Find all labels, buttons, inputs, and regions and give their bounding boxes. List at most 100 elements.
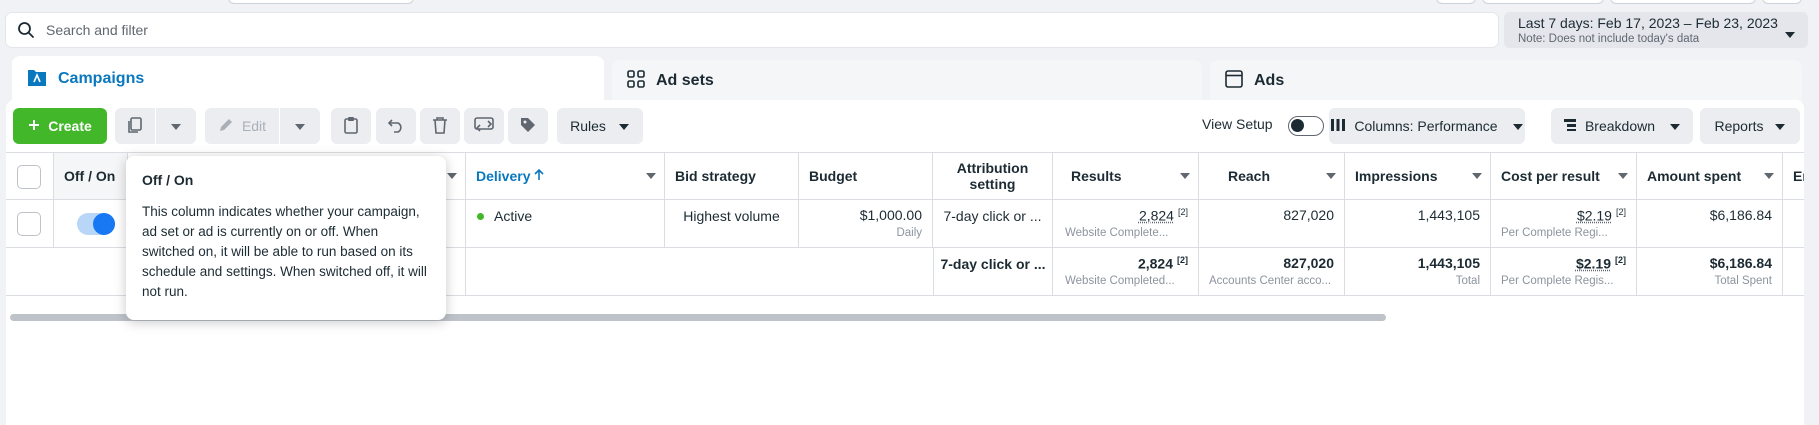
bid-strategy-cell: Highest volume <box>665 200 799 247</box>
results-cell: 2,824 [2] Website Complete... <box>1053 200 1199 247</box>
delivery-cell: Active <box>466 200 665 247</box>
column-header-label: Impressions <box>1355 168 1438 184</box>
column-header-results[interactable]: Results <box>1053 153 1199 199</box>
summary-impressions-type: Total <box>1455 275 1480 287</box>
date-range-picker[interactable]: Last 7 days: Feb 17, 2023 – Feb 23, 2023… <box>1504 12 1808 48</box>
duplicate-button[interactable] <box>115 108 155 144</box>
summary-cost-per-result-type: Per Complete Regis... <box>1501 275 1614 287</box>
tooltip-body: This column indicates whether your campa… <box>142 204 427 299</box>
bid-strategy-value: Highest volume <box>683 208 780 224</box>
ab-test-button[interactable] <box>464 108 504 144</box>
clipped-control[interactable] <box>1610 0 1756 4</box>
breakdown-label: Breakdown <box>1584 118 1656 134</box>
reach-cell: 827,020 <box>1199 200 1345 247</box>
chevron-down-icon <box>1512 118 1524 134</box>
chevron-down-icon <box>294 118 306 134</box>
breakdown-button[interactable]: Breakdown <box>1551 108 1693 144</box>
date-range-label: Last 7 days: Feb 17, 2023 – Feb 23, 2023 <box>1518 15 1778 31</box>
column-header-ends[interactable]: End <box>1783 153 1804 199</box>
column-header-label: Off / On <box>64 168 116 184</box>
results-value[interactable]: 2,824 <box>1139 208 1174 224</box>
undo-button[interactable] <box>376 108 416 144</box>
amount-spent-value: $6,186.84 <box>1709 207 1772 223</box>
column-header-label: Results <box>1071 168 1122 184</box>
results-footnote: [2] <box>1177 207 1188 217</box>
select-all-checkbox[interactable] <box>17 165 41 189</box>
column-header-delivery[interactable]: Delivery <box>466 153 665 199</box>
tab-label: Campaigns <box>58 70 145 87</box>
column-header-label: End <box>1793 168 1804 184</box>
duplicate-menu-button[interactable] <box>156 108 196 144</box>
reports-button[interactable]: Reports <box>1700 108 1800 144</box>
tab-label: Ad sets <box>656 72 714 89</box>
summary-cost-per-result-value[interactable]: $2.19 <box>1576 256 1611 272</box>
clipboard-icon <box>343 116 359 137</box>
reach-value: 827,020 <box>1283 207 1334 223</box>
campaign-toggle-switch[interactable] <box>77 213 115 235</box>
active-status-dot <box>477 212 484 220</box>
results-footnote: [2] <box>1177 255 1188 265</box>
sort-ascending-icon <box>534 168 545 184</box>
search-input[interactable] <box>46 22 1446 38</box>
summary-attribution-cell: 7-day click or ... <box>933 248 1053 295</box>
column-header-off-on[interactable]: Off / On <box>54 153 128 199</box>
clipped-control[interactable] <box>1436 0 1476 4</box>
column-header-label: Bid strategy <box>675 168 756 184</box>
reports-label: Reports <box>1714 118 1764 134</box>
top-clipped-controls <box>0 0 1819 4</box>
column-header-amount-spent[interactable]: Amount spent <box>1637 153 1783 199</box>
column-header-impressions[interactable]: Impressions <box>1345 153 1491 199</box>
clipped-control[interactable] <box>228 0 414 4</box>
tab-campaigns[interactable]: Campaigns <box>12 56 604 102</box>
tab-label: Ads <box>1254 72 1285 89</box>
clipboard-button[interactable] <box>331 108 371 144</box>
column-header-cost-per-result[interactable]: Cost per result <box>1491 153 1637 199</box>
column-header-attribution[interactable]: Attribution setting <box>933 153 1053 199</box>
search-bar[interactable] <box>6 13 1498 47</box>
budget-type: Daily <box>896 227 922 239</box>
view-setup-toggle[interactable] <box>1288 116 1324 136</box>
tab-ad-sets[interactable]: Ad sets <box>612 60 1202 102</box>
tag-button[interactable] <box>508 108 548 144</box>
clipped-control[interactable] <box>1482 0 1604 4</box>
tag-icon <box>519 116 537 137</box>
off-on-cell <box>54 200 128 247</box>
results-type: Website Complete... <box>1065 227 1169 239</box>
summary-attribution-value: 7-day click or ... <box>940 256 1046 272</box>
clipped-control[interactable] <box>1762 0 1802 4</box>
summary-reach-type: Accounts Center acco... <box>1209 275 1332 287</box>
search-icon <box>6 21 46 39</box>
cost-per-result-type: Per Complete Regi... <box>1501 227 1608 239</box>
edit-button[interactable]: Edit <box>205 108 279 144</box>
plus-icon <box>28 118 40 134</box>
date-range-note: Note: Does not include today's data <box>1518 33 1700 45</box>
row-checkbox[interactable] <box>17 212 41 236</box>
rules-button[interactable]: Rules <box>557 108 643 144</box>
columns-button[interactable]: Columns: Performance <box>1329 108 1525 144</box>
attribution-cell: 7-day click or ... <box>933 200 1053 247</box>
tab-ads[interactable]: Ads <box>1210 60 1802 102</box>
column-header-bid-strategy[interactable]: Bid strategy <box>665 153 799 199</box>
column-header-label: Attribution setting <box>956 160 1029 192</box>
edit-menu-button[interactable] <box>280 108 320 144</box>
column-header-reach[interactable]: Reach <box>1199 153 1345 199</box>
create-button[interactable]: Create <box>13 108 107 144</box>
cost-per-result-value[interactable]: $2.19 <box>1577 208 1612 224</box>
budget-value: $1,000.00 <box>859 207 922 223</box>
summary-cost-per-result-cell: $2.19 [2] Per Complete Regis... <box>1491 248 1637 295</box>
delivery-status: Active <box>494 208 533 224</box>
delete-button[interactable] <box>420 108 460 144</box>
summary-reach-cell: 827,020 Accounts Center acco... <box>1199 248 1345 295</box>
column-header-budget[interactable]: Budget <box>799 153 933 199</box>
impressions-cell: 1,443,105 <box>1345 200 1491 247</box>
edit-label: Edit <box>241 118 267 134</box>
summary-impressions-value: 1,443,105 <box>1417 255 1480 271</box>
breakdown-icon <box>1563 118 1577 135</box>
summary-results-cell: 2,824 [2] Website Completed... <box>1053 248 1199 295</box>
view-setup-label: View Setup <box>1202 116 1273 132</box>
tooltip-title: Off / On <box>142 172 194 188</box>
budget-cell[interactable]: $1,000.00 Daily <box>799 200 933 247</box>
chevron-down-icon <box>646 173 656 179</box>
attribution-value: 7-day click or ... <box>943 208 1042 224</box>
select-all-cell <box>6 153 54 199</box>
